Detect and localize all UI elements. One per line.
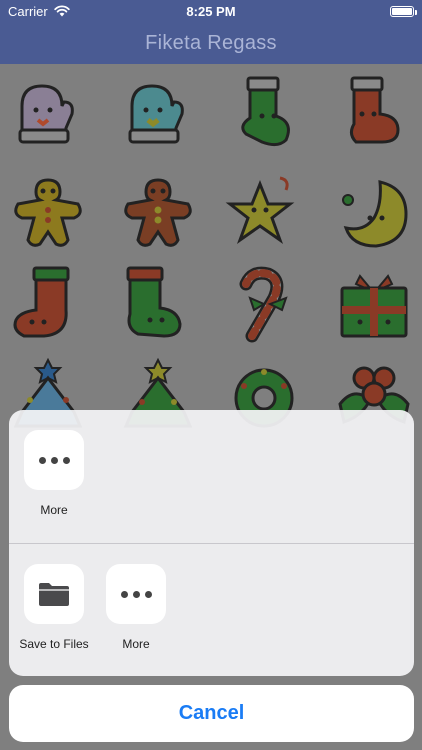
status-right — [274, 5, 417, 17]
carrier-label: Carrier — [8, 3, 48, 19]
cancel-button[interactable]: Cancel — [9, 685, 414, 742]
more-label-top: More — [40, 503, 68, 517]
app-screen: Carrier 8:25 PM Fiketa Regass More Save … — [0, 0, 422, 750]
stocking-red-icon[interactable] — [334, 72, 414, 152]
status-time: 8:25 PM — [186, 3, 236, 19]
moon-ornament-icon[interactable] — [334, 174, 414, 254]
battery-fill — [392, 7, 412, 15]
gingerbread-yellow-icon[interactable] — [8, 174, 88, 254]
save-to-files-tile[interactable] — [24, 564, 84, 624]
more-label-bottom: More — [122, 637, 150, 651]
mitten-purple-icon[interactable] — [8, 72, 88, 152]
status-bar: Carrier 8:25 PM — [0, 0, 422, 22]
share-row-top: More — [9, 410, 414, 543]
nav-title: Fiketa Regass — [145, 31, 277, 54]
battery-icon — [390, 5, 417, 17]
star-ornament-icon[interactable] — [224, 174, 304, 254]
share-sheet: More Save to Files More — [9, 410, 414, 676]
save-to-files-label: Save to Files — [19, 637, 89, 651]
candy-cane-icon[interactable] — [224, 264, 304, 344]
share-row-bottom: Save to Files More — [9, 544, 414, 676]
status-left: Carrier — [8, 4, 148, 19]
mitten-blue-icon[interactable] — [118, 72, 198, 152]
folder-icon — [39, 583, 69, 606]
more-action-bottom[interactable]: More — [98, 564, 174, 651]
stocking-red-2-icon[interactable] — [8, 264, 88, 344]
gingerbread-brown-icon[interactable] — [118, 174, 198, 254]
save-to-files-action[interactable]: Save to Files — [16, 564, 92, 651]
stocking-green-2-icon[interactable] — [118, 264, 198, 344]
gift-box-icon[interactable] — [334, 264, 414, 344]
more-action-top[interactable]: More — [16, 430, 92, 517]
wifi-icon — [54, 5, 70, 17]
more-dots-icon — [38, 456, 70, 464]
nav-bar: Fiketa Regass — [0, 22, 422, 64]
more-tile-bottom[interactable] — [106, 564, 166, 624]
stocking-green-icon[interactable] — [224, 72, 304, 152]
more-dots-icon — [120, 590, 152, 598]
more-tile[interactable] — [24, 430, 84, 490]
